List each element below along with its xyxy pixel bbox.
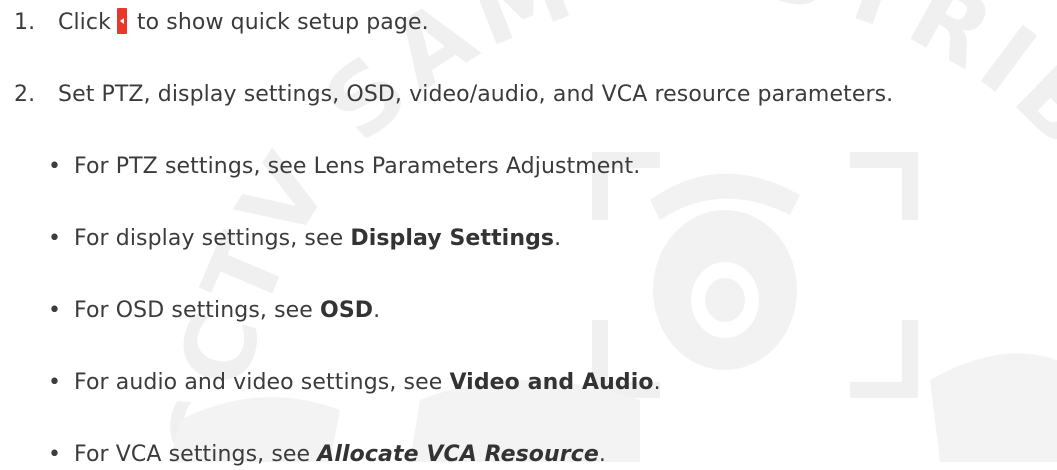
bullet-symbol: • [48,226,62,251]
bullet-video-audio-prefix: For audio and video settings, see [74,370,450,395]
step-1: 1. Click to show quick setup page. [14,8,429,38]
step-1-text-before: Click [58,10,111,35]
bullet-display-prefix: For display settings, see [74,226,351,251]
bullet-osd: • For OSD settings, see OSD. [48,296,380,326]
bullet-ptz: • For PTZ settings, see Lens Parameters A… [48,152,640,182]
step-1-text-after: to show quick setup page. [136,10,429,35]
bullet-symbol: • [48,442,62,467]
bullet-vca-prefix: For VCA settings, see [74,442,318,467]
bullet-video-audio-suffix: . [653,370,661,395]
bullet-symbol: • [48,298,62,323]
bullet-vca-suffix: . [598,442,606,467]
bullet-symbol: • [48,154,62,179]
osd-link[interactable]: OSD [320,298,373,323]
video-and-audio-link[interactable]: Video and Audio [449,370,653,395]
bullet-display-suffix: . [554,226,562,251]
allocate-vca-resource-link[interactable]: Allocate VCA Resource [317,442,599,467]
bullet-vca: • For VCA settings, see Allocate VCA Reso… [48,440,606,470]
step-2-text: Set PTZ, display settings, OSD, video/au… [58,82,894,107]
bullet-video-audio: • For audio and video settings, see Video… [48,368,661,398]
instructions: 1. Click to show quick setup page. 2. Set P… [0,0,1057,467]
bullet-osd-suffix: . [373,298,381,323]
bullet-ptz-text: For PTZ settings, see Lens Parameters Ad… [74,154,641,179]
bullet-symbol: • [48,370,62,395]
step-2-number: 2. [14,82,36,107]
display-settings-link[interactable]: Display Settings [350,226,554,251]
quick-setup-arrow-icon[interactable] [116,8,127,34]
step-2: 2. Set PTZ, display settings, OSD, video/… [14,80,893,110]
step-1-number: 1. [14,10,36,35]
bullet-osd-prefix: For OSD settings, see [74,298,321,323]
bullet-display: • For display settings, see Display Setti… [48,224,561,254]
